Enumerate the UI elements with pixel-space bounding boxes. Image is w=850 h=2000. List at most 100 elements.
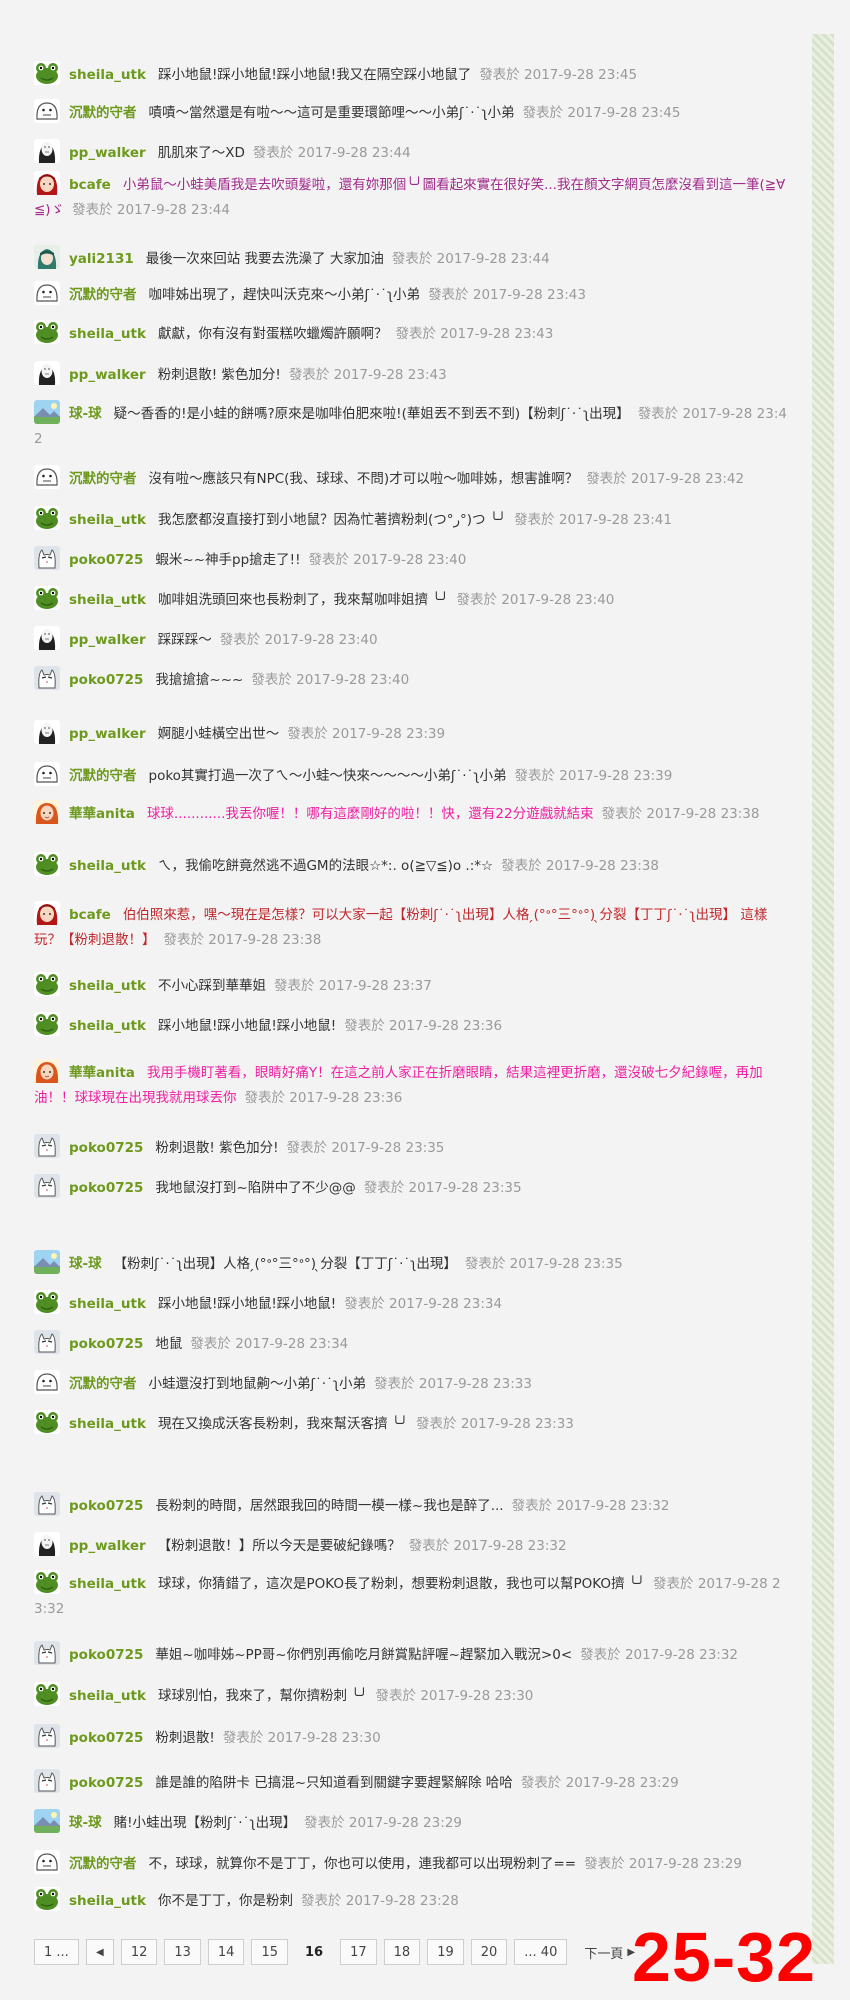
page-button[interactable]: 20	[470, 1939, 508, 1965]
frog-avatar-icon[interactable]	[34, 1410, 60, 1434]
frog-avatar-icon[interactable]	[34, 320, 60, 344]
username-link[interactable]: 沉默的守者	[69, 105, 137, 121]
page-button[interactable]: 17	[340, 1939, 377, 1965]
ghost-avatar-icon[interactable]	[34, 99, 60, 123]
cat-avatar-icon[interactable]	[34, 1492, 60, 1516]
ghost-avatar-icon[interactable]	[34, 465, 60, 489]
page-button[interactable]: 19	[427, 1939, 464, 1965]
username-link[interactable]: sheila_utk	[69, 1576, 146, 1592]
username-link[interactable]: 沉默的守者	[69, 287, 137, 303]
frog-avatar-icon[interactable]	[34, 1887, 60, 1911]
username-link[interactable]: sheila_utk	[69, 1893, 146, 1909]
cat-avatar-icon[interactable]	[34, 1330, 60, 1354]
username-link[interactable]: poko0725	[69, 1647, 143, 1663]
posted-label: 發表於	[286, 1140, 328, 1156]
redhair-avatar-icon[interactable]	[34, 800, 60, 824]
username-link[interactable]: sheila_utk	[69, 67, 146, 83]
page-last-button[interactable]: ... 40	[514, 1939, 568, 1965]
username-link[interactable]: poko0725	[69, 1140, 143, 1156]
page-button[interactable]: 12	[120, 1939, 158, 1965]
username-link[interactable]: 球-球	[69, 1815, 102, 1831]
message-text: 疑～香香的!是小蛙的餅嗎?原來是咖啡伯肥來啦!(華姐丟不到丟不到)【粉刺ʃ˙‧˙…	[113, 406, 630, 422]
username-link[interactable]: sheila_utk	[69, 1018, 146, 1034]
username-link[interactable]: 沉默的守者	[69, 471, 137, 487]
username-link[interactable]: sheila_utk	[69, 858, 146, 874]
girl-avatar-icon[interactable]	[34, 171, 60, 195]
frog-avatar-icon[interactable]	[34, 1290, 60, 1314]
username-link[interactable]: poko0725	[69, 1180, 143, 1196]
username-link[interactable]: bcafe	[69, 177, 111, 193]
cat-avatar-icon[interactable]	[34, 1174, 60, 1198]
redhair-avatar-icon[interactable]	[34, 1059, 60, 1083]
username-link[interactable]: 華華anita	[69, 1065, 135, 1081]
username-link[interactable]: pp_walker	[69, 726, 146, 742]
ghost-avatar-icon[interactable]	[34, 1370, 60, 1394]
ghost-avatar-icon[interactable]	[34, 281, 60, 305]
cat-avatar-icon[interactable]	[34, 1769, 60, 1793]
username-link[interactable]: 沉默的守者	[69, 1376, 137, 1392]
girl-avatar-icon[interactable]	[34, 901, 60, 925]
cat-avatar-icon[interactable]	[34, 1134, 60, 1158]
cat-avatar-icon[interactable]	[34, 1724, 60, 1748]
username-link[interactable]: sheila_utk	[69, 592, 146, 608]
frog-avatar-icon[interactable]	[34, 1012, 60, 1036]
username-link[interactable]: sheila_utk	[69, 512, 146, 528]
noface-avatar-icon[interactable]	[34, 720, 60, 744]
page-button[interactable]: 14	[207, 1939, 245, 1965]
chat-message: 華華anita 球球............我丟你喔！！哪有這麼剛好的啦！！快，還…	[34, 800, 790, 827]
username-link[interactable]: poko0725	[69, 1336, 143, 1352]
message-text: poko其實打過一次了ㄟ～小蛙～快來～～～～小弟ʃ˙‧˙ʅ小弟	[148, 768, 507, 784]
frog-avatar-icon[interactable]	[34, 1682, 60, 1706]
username-link[interactable]: bcafe	[69, 907, 111, 923]
page-first-button[interactable]: 1 ...	[34, 1939, 79, 1965]
username-link[interactable]: poko0725	[69, 1730, 143, 1746]
username-link[interactable]: sheila_utk	[69, 1416, 146, 1432]
username-link[interactable]: pp_walker	[69, 145, 146, 161]
username-link[interactable]: sheila_utk	[69, 1296, 146, 1312]
page-button[interactable]: 15	[251, 1939, 288, 1965]
landscape-avatar-icon[interactable]	[34, 1809, 60, 1833]
anime-avatar-icon[interactable]	[34, 245, 60, 269]
page-button[interactable]: 18	[383, 1939, 421, 1965]
posted-label: 發表於	[363, 1180, 405, 1196]
username-link[interactable]: sheila_utk	[69, 1688, 146, 1704]
frog-avatar-icon[interactable]	[34, 1570, 60, 1594]
username-link[interactable]: sheila_utk	[69, 978, 146, 994]
cat-avatar-icon[interactable]	[34, 666, 60, 690]
cat-avatar-icon[interactable]	[34, 1641, 60, 1665]
ghost-avatar-icon[interactable]	[34, 1850, 60, 1874]
username-link[interactable]: yali2131	[69, 251, 134, 267]
ghost-avatar-icon[interactable]	[34, 762, 60, 786]
landscape-avatar-icon[interactable]	[34, 1250, 60, 1274]
username-link[interactable]: poko0725	[69, 1775, 143, 1791]
username-link[interactable]: poko0725	[69, 672, 143, 688]
timestamp: 2017-9-28 23:44	[116, 202, 230, 218]
noface-avatar-icon[interactable]	[34, 626, 60, 650]
username-link[interactable]: pp_walker	[69, 367, 146, 383]
username-link[interactable]: 球-球	[69, 1256, 102, 1272]
username-link[interactable]: 沉默的守者	[69, 1856, 137, 1872]
page-button[interactable]: 13	[164, 1939, 201, 1965]
message-text: 嘖嘖～當然還是有啦～～這可是重要環節哩～～小弟ʃ˙‧˙ʅ小弟	[148, 105, 515, 121]
prev-page-button[interactable]: ◀	[85, 1939, 114, 1965]
frog-avatar-icon[interactable]	[34, 972, 60, 996]
noface-avatar-icon[interactable]	[34, 361, 60, 385]
username-link[interactable]: pp_walker	[69, 632, 146, 648]
frog-avatar-icon[interactable]	[34, 61, 60, 85]
landscape-avatar-icon[interactable]	[34, 400, 60, 424]
message-text: 華姐~咖啡姊~PP哥~你們別再偷吃月餅賞點評喔~趕緊加入戰況>0<	[155, 1647, 573, 1663]
username-link[interactable]: sheila_utk	[69, 326, 146, 342]
frog-avatar-icon[interactable]	[34, 586, 60, 610]
username-link[interactable]: 沉默的守者	[69, 768, 137, 784]
username-link[interactable]: pp_walker	[69, 1538, 146, 1554]
noface-avatar-icon[interactable]	[34, 139, 60, 163]
frog-avatar-icon[interactable]	[34, 506, 60, 530]
username-link[interactable]: poko0725	[69, 552, 143, 568]
frog-avatar-icon[interactable]	[34, 852, 60, 876]
username-link[interactable]: 華華anita	[69, 806, 135, 822]
username-link[interactable]: poko0725	[69, 1498, 143, 1514]
username-link[interactable]: 球-球	[69, 406, 102, 422]
noface-avatar-icon[interactable]	[34, 1532, 60, 1556]
message-text: 咖啡姊出現了，趕快叫沃克來～小弟ʃ˙‧˙ʅ小弟	[148, 287, 421, 303]
cat-avatar-icon[interactable]	[34, 546, 60, 570]
